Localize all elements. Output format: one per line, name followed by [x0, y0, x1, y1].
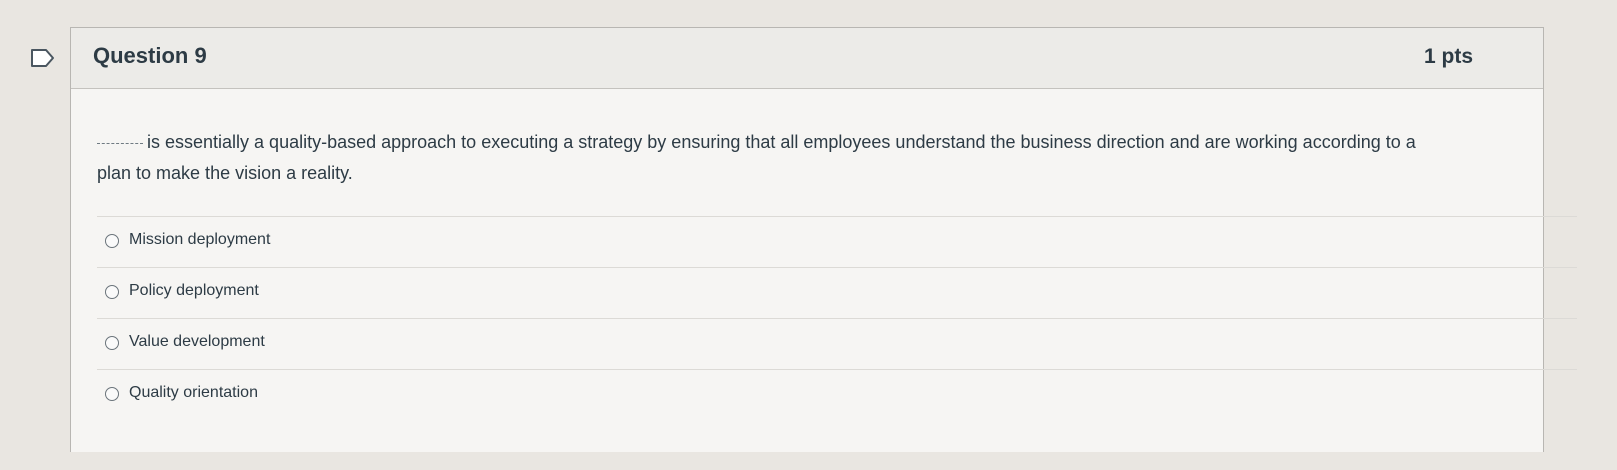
answer-list: Mission deployment Policy deployment Val… — [97, 216, 1577, 420]
answer-label[interactable]: Mission deployment — [129, 231, 270, 249]
radio-button[interactable] — [105, 387, 119, 401]
answer-label[interactable]: Value development — [129, 333, 265, 351]
question-body: is essentially a quality-based approach … — [71, 89, 1577, 452]
radio-button[interactable] — [105, 336, 119, 350]
bookmark-flag-icon[interactable] — [30, 48, 56, 68]
question-header: Question 9 1 pts — [71, 28, 1543, 89]
answer-option[interactable]: Mission deployment — [97, 216, 1577, 267]
radio-button[interactable] — [105, 234, 119, 248]
question-points: 1 pts — [1423, 45, 1473, 68]
answer-label[interactable]: Policy deployment — [129, 282, 259, 300]
fill-in-blank — [97, 142, 143, 145]
answer-option[interactable]: Quality orientation — [97, 369, 1577, 420]
answer-option[interactable]: Policy deployment — [97, 267, 1577, 318]
answer-label[interactable]: Quality orientation — [129, 384, 258, 402]
question-text: is essentially a quality-based approach … — [97, 132, 1416, 183]
question-text-block: is essentially a quality-based approach … — [97, 127, 1417, 189]
question-card: Question 9 1 pts is essentially a qualit… — [70, 27, 1577, 452]
question-title: Question 9 — [93, 43, 207, 68]
answer-option[interactable]: Value development — [97, 318, 1577, 369]
radio-button[interactable] — [105, 285, 119, 299]
